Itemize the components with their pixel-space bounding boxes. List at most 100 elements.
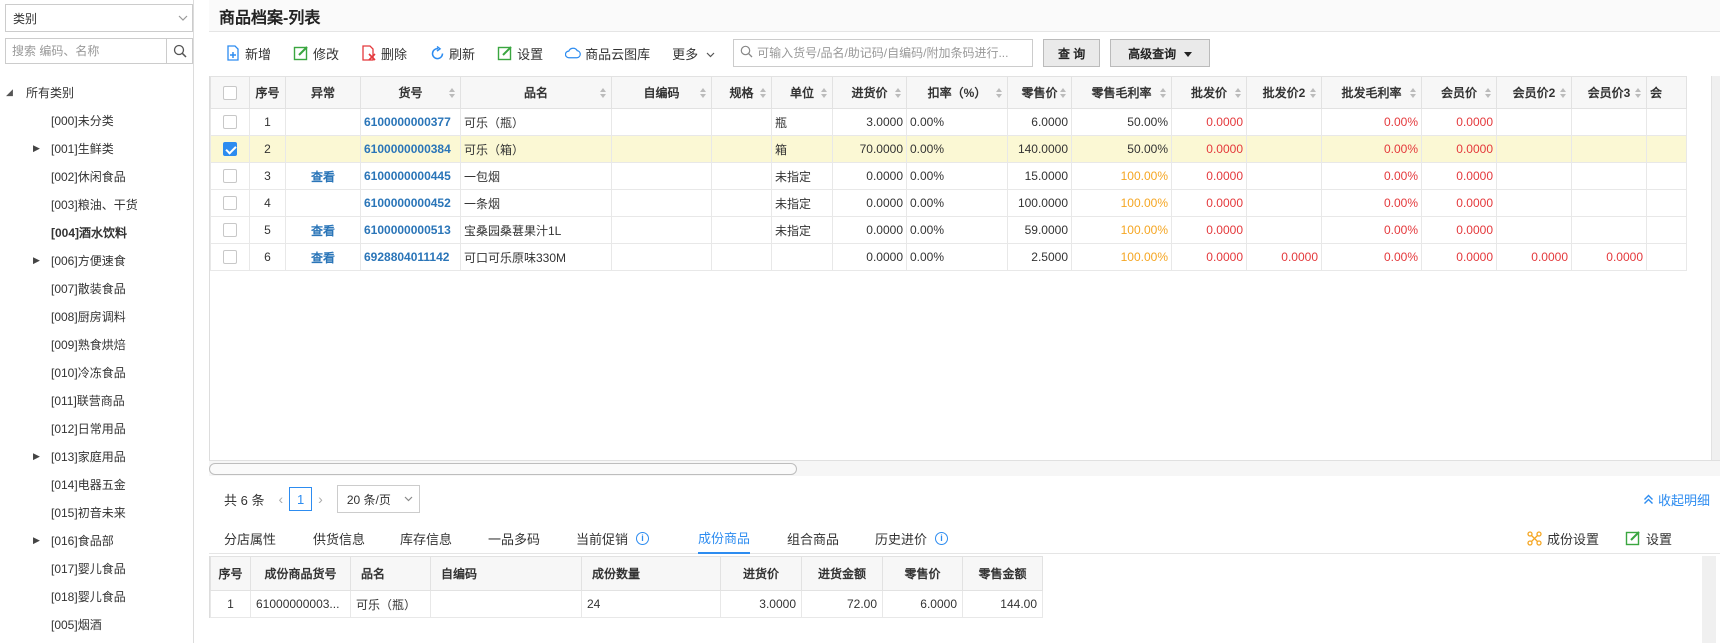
tree-item[interactable]: [012]日常用品	[0, 414, 193, 442]
detail-vertical-scrollbar[interactable]	[1702, 556, 1716, 643]
sort-icon[interactable]	[1235, 88, 1242, 99]
cell-abnormal[interactable]	[285, 135, 361, 163]
expand-triangle-icon[interactable]: ▶	[33, 143, 40, 154]
sort-icon[interactable]	[895, 88, 902, 99]
row-checkbox[interactable]	[223, 250, 237, 265]
detail-settings-button[interactable]: 设置	[1625, 522, 1672, 554]
tree-item[interactable]: [005]烟酒	[0, 610, 193, 638]
tree-item[interactable]: ▶ [016]食品部	[0, 526, 193, 554]
sort-icon[interactable]	[1310, 88, 1317, 99]
cell-abnormal[interactable]: 查看	[285, 216, 361, 244]
row-checkbox[interactable]	[223, 115, 237, 130]
tree-item[interactable]: ▶ [006]方便速食	[0, 246, 193, 274]
query-button[interactable]: 查 询	[1043, 39, 1101, 67]
cell-code[interactable]: 6100000000452	[360, 189, 461, 217]
refresh-button[interactable]: 刷新	[429, 44, 475, 63]
col-header[interactable]: 异常	[285, 76, 361, 109]
tree-item[interactable]: [017]婴儿食品	[0, 554, 193, 582]
col-header[interactable]: 单位	[771, 76, 833, 109]
cloud-gallery-button[interactable]: 商品云图库	[565, 44, 650, 63]
component-settings-button[interactable]: 成份设置	[1527, 522, 1599, 554]
next-page-icon[interactable]: ›	[318, 491, 323, 507]
sort-icon[interactable]	[600, 88, 607, 99]
sort-icon[interactable]	[1060, 88, 1067, 99]
prev-page-icon[interactable]: ‹	[278, 491, 283, 507]
table-row[interactable]: 1 6100000000377 可乐（瓶）瓶 3.0000 0.00% 6.0000 50.…	[210, 108, 1687, 136]
settings-button[interactable]: 设置	[497, 44, 543, 63]
col-header[interactable]: 进货价	[832, 76, 907, 109]
sort-icon[interactable]	[700, 88, 707, 99]
tree-item[interactable]: [018]婴儿食品	[0, 582, 193, 610]
search-icon[interactable]	[166, 39, 192, 63]
cell-code[interactable]: 6100000000377	[360, 108, 461, 136]
tab-stock-info[interactable]: 库存信息	[400, 522, 452, 554]
tab-supply-info[interactable]: 供货信息	[313, 522, 365, 554]
tree-item[interactable]: [009]熟食烘焙	[0, 330, 193, 358]
tree-item[interactable]: [014]电器五金	[0, 470, 193, 498]
cell-abnormal[interactable]: 查看	[285, 243, 361, 271]
tree-item[interactable]: [002]休闲食品	[0, 162, 193, 190]
row-select-cell[interactable]	[210, 108, 250, 136]
row-checkbox[interactable]	[223, 169, 237, 184]
sort-icon[interactable]	[1160, 88, 1167, 99]
col-header[interactable]: 零售价	[1007, 76, 1072, 109]
sort-icon[interactable]	[1635, 88, 1642, 99]
cell-code[interactable]: 6928804011142	[360, 243, 461, 271]
tab-purchase-history[interactable]: 历史进价 i	[875, 522, 949, 554]
grid-vertical-scrollbar[interactable]	[1711, 76, 1720, 460]
add-button[interactable]: 新增	[225, 44, 271, 63]
col-header[interactable]: 规格	[711, 76, 772, 109]
sort-icon[interactable]	[1560, 88, 1567, 99]
tree-item[interactable]: [003]粮油、干货	[0, 190, 193, 218]
tree-item[interactable]: ▶ [013]家庭用品	[0, 442, 193, 470]
row-checkbox[interactable]	[223, 196, 237, 211]
col-header[interactable]: 批发价	[1171, 76, 1247, 109]
tab-component-products[interactable]: 成份商品	[698, 522, 751, 554]
select-all-checkbox[interactable]	[223, 85, 237, 100]
col-header[interactable]: 会员价2	[1496, 76, 1572, 109]
table-row[interactable]: 4 6100000000452 一条烟 未指定 0.0000 0.00% 100.0000 1…	[210, 189, 1687, 217]
sort-icon[interactable]	[1485, 88, 1492, 99]
row-select-cell[interactable]	[210, 189, 250, 217]
tab-current-promotion[interactable]: 当前促销 i	[576, 522, 650, 554]
more-menu[interactable]: 更多	[672, 44, 715, 63]
row-select-cell[interactable]	[210, 162, 250, 190]
col-header[interactable]: 货号	[360, 76, 461, 109]
row-select-cell[interactable]	[210, 243, 250, 271]
cell-abnormal[interactable]	[285, 108, 361, 136]
tree-item[interactable]: [008]厨房调料	[0, 302, 193, 330]
tab-branch-attributes[interactable]: 分店属性	[224, 522, 276, 554]
sort-icon[interactable]	[996, 88, 1003, 99]
table-row[interactable]: 2 6100000000384 可乐（箱）箱 70.0000 0.00% 140.0000…	[210, 135, 1687, 163]
cell-code[interactable]: 6100000000513	[360, 216, 461, 244]
expand-triangle-icon[interactable]: ▶	[33, 255, 40, 266]
tree-root-all[interactable]: ◢ 所有类别	[0, 78, 193, 106]
col-header[interactable]: 会	[1646, 76, 1687, 109]
advanced-query-button[interactable]: 高级查询	[1110, 39, 1211, 67]
table-row[interactable]: 6 查看 6928804011142 可口可乐原味330M 0.0000 0.00% 2.5…	[210, 243, 1687, 271]
grid-horizontal-scrollbar[interactable]	[209, 460, 1720, 476]
row-select-cell[interactable]	[210, 135, 250, 163]
edit-button[interactable]: 修改	[293, 44, 339, 63]
col-header[interactable]: 批发价2	[1246, 76, 1322, 109]
col-header[interactable]: 批发毛利率	[1321, 76, 1422, 109]
expanded-triangle-icon[interactable]: ◢	[6, 87, 22, 98]
expand-triangle-icon[interactable]: ▶	[33, 535, 40, 546]
tree-item[interactable]: [010]冷冻食品	[0, 358, 193, 386]
tree-item[interactable]: [000]未分类	[0, 106, 193, 134]
category-search-input[interactable]	[6, 39, 166, 63]
tree-item[interactable]: ▶ [001]生鲜类	[0, 134, 193, 162]
col-header[interactable]: 品名	[460, 76, 612, 109]
tree-item[interactable]: [004]酒水饮料	[0, 218, 193, 246]
col-header[interactable]: 会员价3	[1571, 76, 1647, 109]
col-header[interactable]: 零售毛利率	[1071, 76, 1172, 109]
sort-icon[interactable]	[449, 88, 456, 99]
cell-abnormal[interactable]	[285, 189, 361, 217]
table-row[interactable]: 3 查看 6100000000445 一包烟 未指定 0.0000 0.00% 15.0000…	[210, 162, 1687, 190]
scrollbar-thumb[interactable]	[209, 463, 797, 475]
sort-icon[interactable]	[760, 88, 767, 99]
info-icon[interactable]: i	[636, 531, 650, 545]
row-select-cell[interactable]	[210, 216, 250, 244]
expand-triangle-icon[interactable]: ▶	[33, 451, 40, 462]
delete-button[interactable]: 删除	[361, 44, 407, 63]
